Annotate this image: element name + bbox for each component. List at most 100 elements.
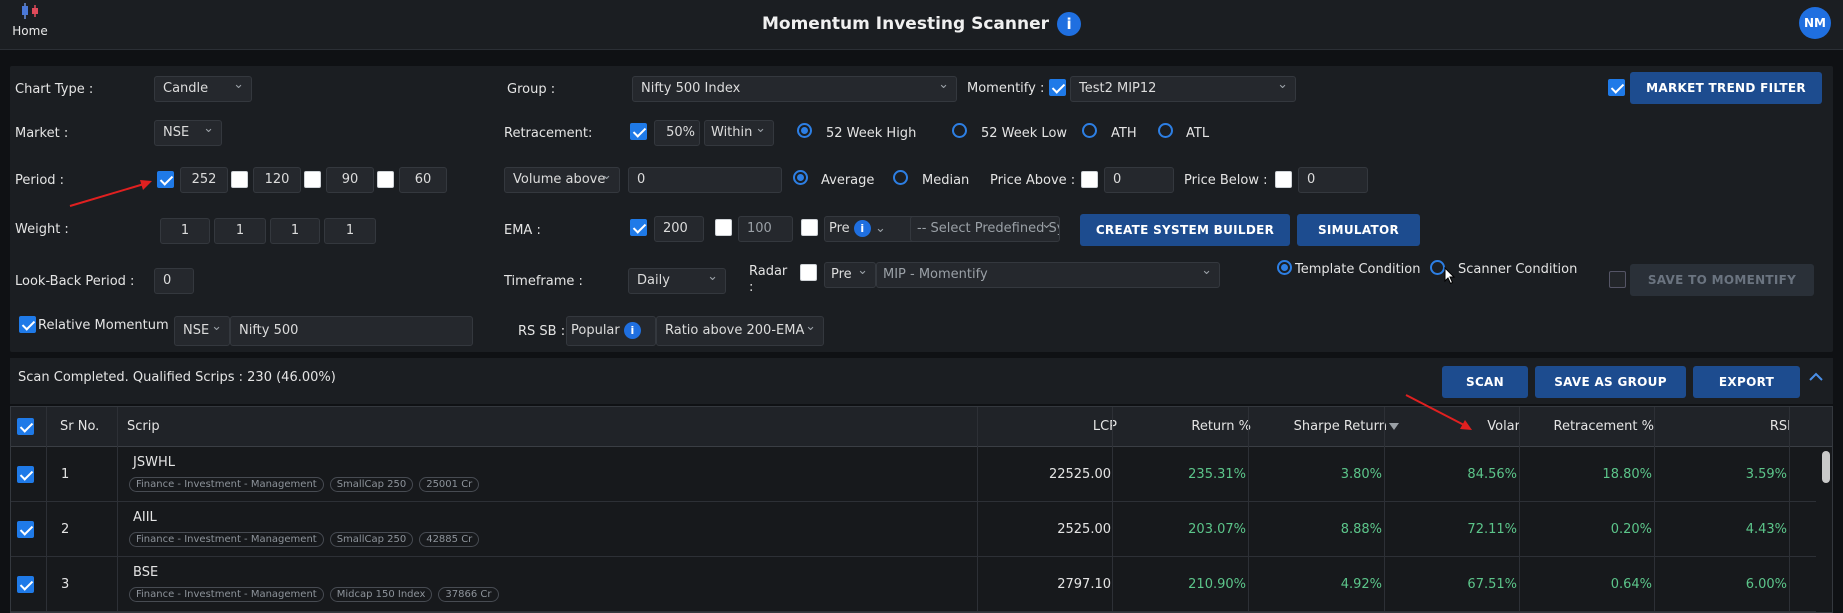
relative-momentum-index-input[interactable]: Nifty 500 <box>230 316 473 346</box>
save-to-momentify-checkbox[interactable] <box>1609 271 1626 288</box>
ema-1-input[interactable]: 200 <box>654 216 704 242</box>
export-button[interactable]: EXPORT <box>1693 366 1800 398</box>
table-row[interactable]: 1 JSWHL Finance - Investment - Managemen… <box>11 447 1816 502</box>
chart-type-select[interactable]: Candle <box>154 76 252 102</box>
price-above-input[interactable]: 0 <box>1104 167 1174 193</box>
header-sharpe-return[interactable]: Sharpe Return <box>1271 419 1387 434</box>
row-scrip-name[interactable]: AIIL <box>133 510 157 525</box>
ema-1-checkbox[interactable] <box>630 219 647 236</box>
price-below-checkbox[interactable] <box>1275 171 1292 188</box>
retracement-52-week-low-label: 52 Week Low <box>981 126 1068 141</box>
weight-1-input[interactable]: 1 <box>160 218 210 244</box>
header-lcp[interactable]: LCP <box>1031 419 1117 434</box>
row-checkbox[interactable] <box>17 466 34 483</box>
period-2-input[interactable]: 120 <box>253 167 301 193</box>
header-scrip[interactable]: Scrip <box>127 419 160 434</box>
row-return: 235.31% <box>1188 467 1246 482</box>
momentify-select[interactable]: Test2 MIP12 <box>1070 76 1296 102</box>
collapse-chevron-up-icon[interactable] <box>1807 370 1825 384</box>
weight-4-input[interactable]: 1 <box>324 218 376 244</box>
period-4-checkbox[interactable] <box>377 171 394 188</box>
market-select[interactable]: NSE <box>154 120 222 146</box>
row-return: 210.90% <box>1188 577 1246 592</box>
volume-mode-select[interactable]: Volume above <box>504 167 620 193</box>
timeframe-select[interactable]: Daily <box>628 268 726 294</box>
ema-2-checkbox[interactable] <box>715 219 732 236</box>
ema-pre-select[interactable]: Pre i ⌄ <box>824 216 916 242</box>
group-label: Group : <box>507 82 556 97</box>
relative-momentum-checkbox[interactable] <box>19 316 36 333</box>
top-bar: Home Momentum Investing Scanner i NM <box>0 0 1843 50</box>
mouse-cursor-icon <box>1444 267 1456 285</box>
price-below-label: Price Below : <box>1184 173 1268 188</box>
period-3-input[interactable]: 90 <box>326 167 374 193</box>
table-row[interactable]: 3 BSE Finance - Investment - Management M… <box>11 557 1816 612</box>
period-3-checkbox[interactable] <box>304 171 321 188</box>
market-trend-filter-checkbox[interactable] <box>1608 79 1625 96</box>
save-as-group-button[interactable]: SAVE AS GROUP <box>1535 366 1686 398</box>
volume-average-label: Average <box>821 173 875 188</box>
momentify-checkbox[interactable] <box>1049 79 1066 96</box>
info-icon[interactable]: i <box>1057 12 1082 36</box>
lookback-input[interactable]: 0 <box>154 268 194 294</box>
price-below-input[interactable]: 0 <box>1298 167 1368 193</box>
timeframe-label: Timeframe : <box>504 274 583 289</box>
volume-average-radio[interactable] <box>793 170 808 185</box>
sort-desc-icon[interactable] <box>1389 423 1399 431</box>
index-tag: SmallCap 250 <box>329 532 414 547</box>
template-condition-radio[interactable] <box>1277 260 1292 275</box>
template-condition-label: Template Condition <box>1295 262 1421 277</box>
weight-2-input[interactable]: 1 <box>214 218 266 244</box>
retracement-ath-radio[interactable] <box>1082 123 1097 138</box>
period-1-checkbox[interactable] <box>157 171 174 188</box>
ema-pre-checkbox[interactable] <box>801 219 818 236</box>
select-all-checkbox[interactable] <box>17 418 34 435</box>
period-2-checkbox[interactable] <box>231 171 248 188</box>
predefined-system-select[interactable]: -- Select Predefined System -- <box>910 216 1060 242</box>
radar-pre-select[interactable]: Pre <box>824 262 876 288</box>
volume-median-radio[interactable] <box>893 170 908 185</box>
rs-sb-mode-select[interactable]: Popular i <box>566 316 656 346</box>
header-retracement[interactable]: Retracement % <box>1541 419 1654 434</box>
period-1-input[interactable]: 252 <box>180 167 228 193</box>
row-sr-no: 1 <box>61 467 70 482</box>
retracement-atl-radio[interactable] <box>1158 123 1173 138</box>
simulator-button[interactable]: SIMULATOR <box>1297 214 1420 246</box>
relative-momentum-exchange-select[interactable]: NSE <box>174 316 230 346</box>
header-sr-no[interactable]: Sr No. <box>60 419 99 434</box>
row-checkbox[interactable] <box>17 576 34 593</box>
radar-checkbox[interactable] <box>800 264 817 281</box>
group-select[interactable]: Nifty 500 Index <box>632 76 957 102</box>
retracement-percent-input[interactable]: 50% <box>654 120 700 146</box>
retracement-52-week-high-radio[interactable] <box>797 123 812 138</box>
header-rsi[interactable]: RSI <box>1701 419 1791 434</box>
row-scrip-name[interactable]: BSE <box>133 565 158 580</box>
row-sr-no: 2 <box>61 522 70 537</box>
table-row[interactable]: 2 AIIL Finance - Investment - Management… <box>11 502 1816 557</box>
header-return[interactable]: Return % <box>1141 419 1251 434</box>
row-checkbox[interactable] <box>17 521 34 538</box>
radar-system-select[interactable]: MIP - Momentify <box>876 262 1220 288</box>
period-4-input[interactable]: 60 <box>399 167 447 193</box>
create-system-builder-button[interactable]: CREATE SYSTEM BUILDER <box>1080 214 1290 246</box>
row-scrip-name[interactable]: JSWHL <box>133 455 175 470</box>
table-scrollbar-thumb[interactable] <box>1822 451 1830 483</box>
retracement-checkbox[interactable] <box>630 123 647 140</box>
ema-pre-info-icon[interactable]: i <box>853 220 871 237</box>
rs-sb-info-icon[interactable]: i <box>623 322 641 339</box>
volume-input[interactable]: 0 <box>628 167 782 193</box>
ema-label: EMA : <box>504 223 541 238</box>
scanner-condition-radio[interactable] <box>1430 260 1445 275</box>
price-above-checkbox[interactable] <box>1081 171 1098 188</box>
avatar[interactable]: NM <box>1799 7 1831 39</box>
rs-sb-value-select[interactable]: Ratio above 200-EMA <box>656 316 824 346</box>
retracement-mode-select[interactable]: Within <box>704 120 774 146</box>
relative-momentum-label: Relative Momentum : <box>38 318 178 333</box>
retracement-52-week-low-radio[interactable] <box>952 123 967 138</box>
market-trend-filter-button[interactable]: MARKET TREND FILTER <box>1630 72 1822 104</box>
rs-sb-label: RS SB : <box>518 324 566 339</box>
ema-2-input[interactable]: 100 <box>738 216 793 242</box>
weight-3-input[interactable]: 1 <box>270 218 320 244</box>
save-to-momentify-button[interactable]: SAVE TO MOMENTIFY <box>1630 264 1814 296</box>
row-retracement: 0.20% <box>1610 522 1652 537</box>
